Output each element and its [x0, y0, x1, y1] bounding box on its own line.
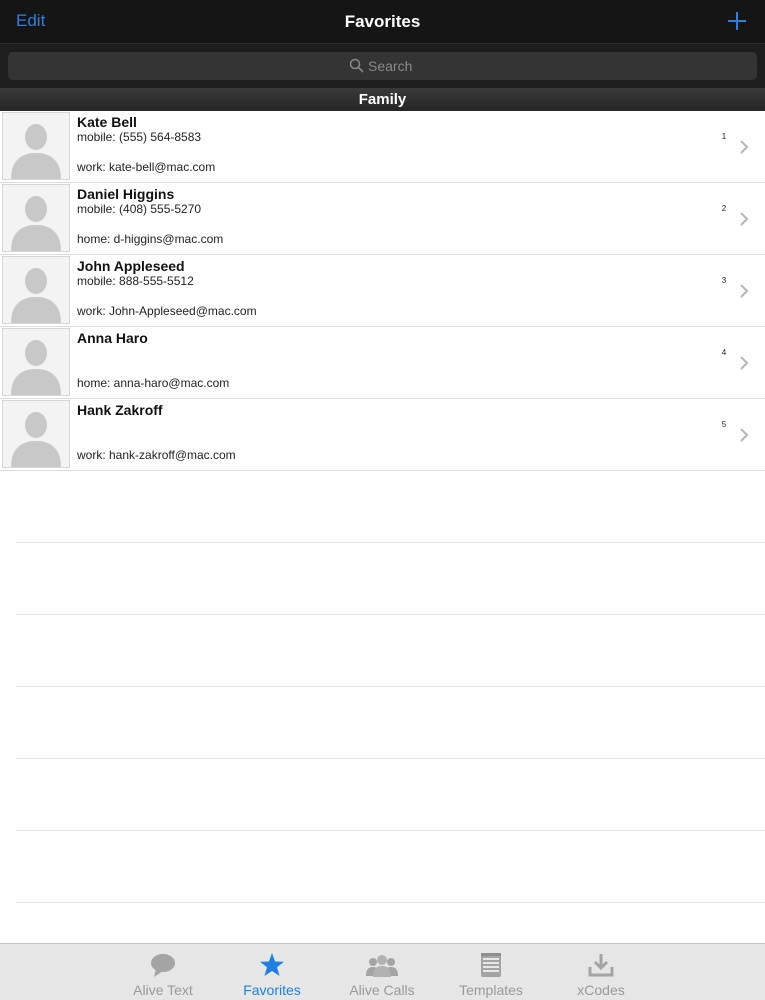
empty-row [16, 471, 765, 543]
person-silhouette-icon [11, 196, 61, 251]
tab-bar: Alive Text Favorites Alive Calls Templat… [0, 943, 765, 1000]
avatar [2, 400, 70, 468]
empty-rows [0, 471, 765, 903]
contact-phone: mobile: 888-555-5512 [77, 274, 194, 288]
empty-row [16, 687, 765, 759]
tab-label: Alive Text [133, 982, 193, 998]
download-icon [588, 954, 614, 977]
person-silhouette-icon [11, 412, 61, 467]
chevron-right-icon [740, 356, 749, 370]
contact-email: work: John-Appleseed@mac.com [77, 304, 257, 318]
star-icon [260, 953, 284, 976]
chevron-right-icon [740, 140, 749, 154]
person-silhouette-icon [11, 124, 61, 179]
notepad-icon [481, 953, 501, 977]
section-header: Family [0, 88, 765, 111]
avatar [2, 112, 70, 180]
contact-email: home: anna-haro@mac.com [77, 376, 230, 390]
contact-row[interactable]: Kate Bell mobile: (555) 564-8583 work: k… [0, 111, 765, 183]
avatar [2, 184, 70, 252]
tab-label: Alive Calls [349, 982, 415, 998]
empty-row [16, 615, 765, 687]
person-silhouette-icon [11, 268, 61, 323]
tab-xcodes[interactable]: xCodes [551, 944, 651, 1000]
empty-row [16, 543, 765, 615]
edit-button[interactable]: Edit [16, 11, 45, 31]
avatar [2, 328, 70, 396]
contact-row[interactable]: Anna Haro home: anna-haro@mac.com 4 [0, 327, 765, 399]
plus-icon[interactable] [725, 9, 749, 33]
navigation-bar: Edit Favorites [0, 0, 765, 44]
contact-rank: 5 [721, 420, 727, 429]
speech-bubble-icon [151, 954, 175, 977]
contact-rank: 3 [721, 276, 727, 285]
tab-alive-calls[interactable]: Alive Calls [332, 944, 432, 1000]
group-icon [366, 955, 398, 977]
search-bar [0, 44, 765, 88]
tab-favorites[interactable]: Favorites [222, 944, 322, 1000]
empty-row [16, 831, 765, 903]
contact-list: Kate Bell mobile: (555) 564-8583 work: k… [0, 111, 765, 471]
contact-name: Hank Zakroff [77, 402, 163, 418]
contact-row[interactable]: Daniel Higgins mobile: (408) 555-5270 ho… [0, 183, 765, 255]
person-silhouette-icon [11, 340, 61, 395]
contact-name: Kate Bell [77, 114, 137, 130]
chevron-right-icon [740, 428, 749, 442]
page-title: Favorites [344, 12, 421, 31]
tab-label: xCodes [577, 982, 625, 998]
contact-name: John Appleseed [77, 258, 185, 274]
contact-phone: mobile: (408) 555-5270 [77, 202, 202, 216]
tab-alive-text[interactable]: Alive Text [113, 944, 213, 1000]
avatar [2, 256, 70, 324]
contact-name: Daniel Higgins [77, 186, 175, 202]
tab-templates[interactable]: Templates [441, 944, 541, 1000]
contact-row[interactable]: John Appleseed mobile: 888-555-5512 work… [0, 255, 765, 327]
contact-rank: 2 [721, 204, 727, 213]
contact-email: work: kate-bell@mac.com [77, 160, 216, 174]
contact-name: Anna Haro [77, 330, 148, 346]
chevron-right-icon [740, 284, 749, 298]
search-input[interactable] [8, 52, 757, 80]
contact-email: work: hank-zakroff@mac.com [77, 448, 236, 462]
tab-label: Favorites [243, 982, 301, 998]
empty-row [16, 759, 765, 831]
tab-label: Templates [459, 982, 523, 998]
chevron-right-icon [740, 212, 749, 226]
contact-rank: 1 [721, 132, 727, 141]
contact-rank: 4 [721, 348, 727, 357]
contact-phone: mobile: (555) 564-8583 [77, 130, 202, 144]
contact-email: home: d-higgins@mac.com [77, 232, 224, 246]
contact-row[interactable]: Hank Zakroff work: hank-zakroff@mac.com … [0, 399, 765, 471]
